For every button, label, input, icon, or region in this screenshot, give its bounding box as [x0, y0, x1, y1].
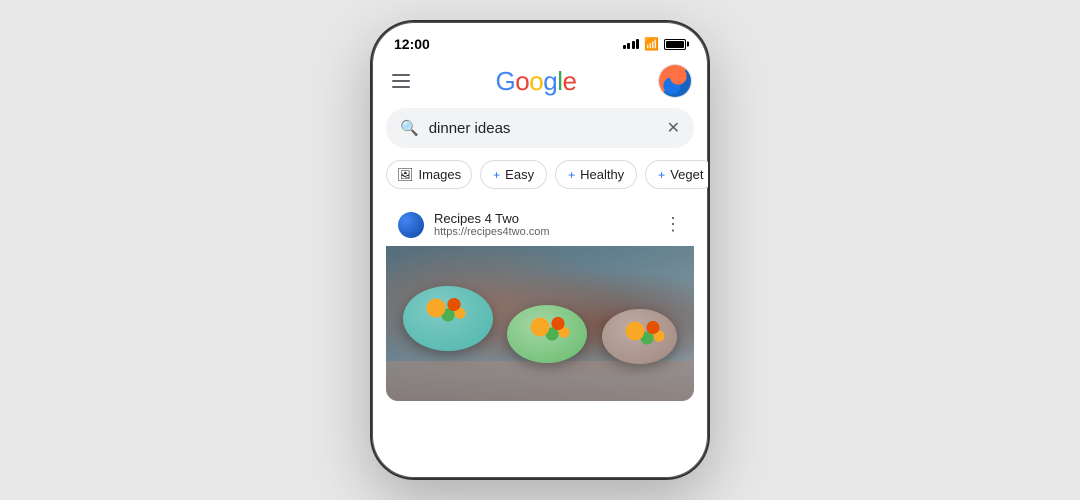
chip-images-label: Images [419, 167, 462, 182]
app-header: Google [372, 58, 708, 108]
result-header: Recipes 4 Two https://recipes4two.com ⋮ [386, 201, 694, 246]
chip-easy[interactable]: + Easy [480, 160, 547, 189]
page-background: 12:00 📶 [0, 0, 1080, 500]
filter-chips: 🖼 Images + Easy + Healthy + Veget [372, 160, 708, 201]
google-logo: Google [496, 66, 577, 97]
site-name: Recipes 4 Two [434, 211, 550, 226]
status-time: 12:00 [394, 36, 430, 52]
food-image [386, 246, 694, 401]
more-options-button[interactable]: ⋮ [664, 214, 682, 235]
phone-wrapper: 12:00 📶 [370, 20, 710, 480]
status-bar: 12:00 📶 [372, 22, 708, 58]
search-query: dinner ideas [429, 120, 657, 137]
images-chip-icon: 🖼 [397, 167, 414, 183]
hamburger-menu[interactable] [388, 70, 414, 92]
chip-healthy[interactable]: + Healthy [555, 160, 637, 189]
chip-easy-plus-icon: + [493, 168, 500, 182]
site-info: Recipes 4 Two https://recipes4two.com [398, 211, 550, 238]
food-illustration [386, 246, 694, 401]
chip-easy-label: Easy [505, 167, 534, 182]
site-details: Recipes 4 Two https://recipes4two.com [434, 211, 550, 238]
avatar[interactable] [658, 64, 692, 98]
result-card: Recipes 4 Two https://recipes4two.com ⋮ [386, 201, 694, 401]
chip-images[interactable]: 🖼 Images [386, 160, 472, 189]
chip-healthy-plus-icon: + [568, 168, 575, 182]
chip-veget[interactable]: + Veget [645, 160, 708, 189]
chip-veget-plus-icon: + [658, 168, 665, 182]
battery-icon [664, 39, 686, 50]
clear-search-button[interactable]: ✕ [667, 118, 680, 138]
phone-frame: 12:00 📶 [370, 20, 710, 480]
search-icon: 🔍 [400, 119, 419, 137]
wifi-icon: 📶 [644, 37, 659, 51]
chip-veget-label: Veget [670, 167, 703, 182]
signal-icon [623, 39, 640, 49]
chip-healthy-label: Healthy [580, 167, 624, 182]
site-url: https://recipes4two.com [434, 226, 550, 238]
search-bar[interactable]: 🔍 dinner ideas ✕ [386, 108, 694, 148]
status-icons: 📶 [623, 37, 686, 51]
site-favicon [398, 212, 424, 238]
